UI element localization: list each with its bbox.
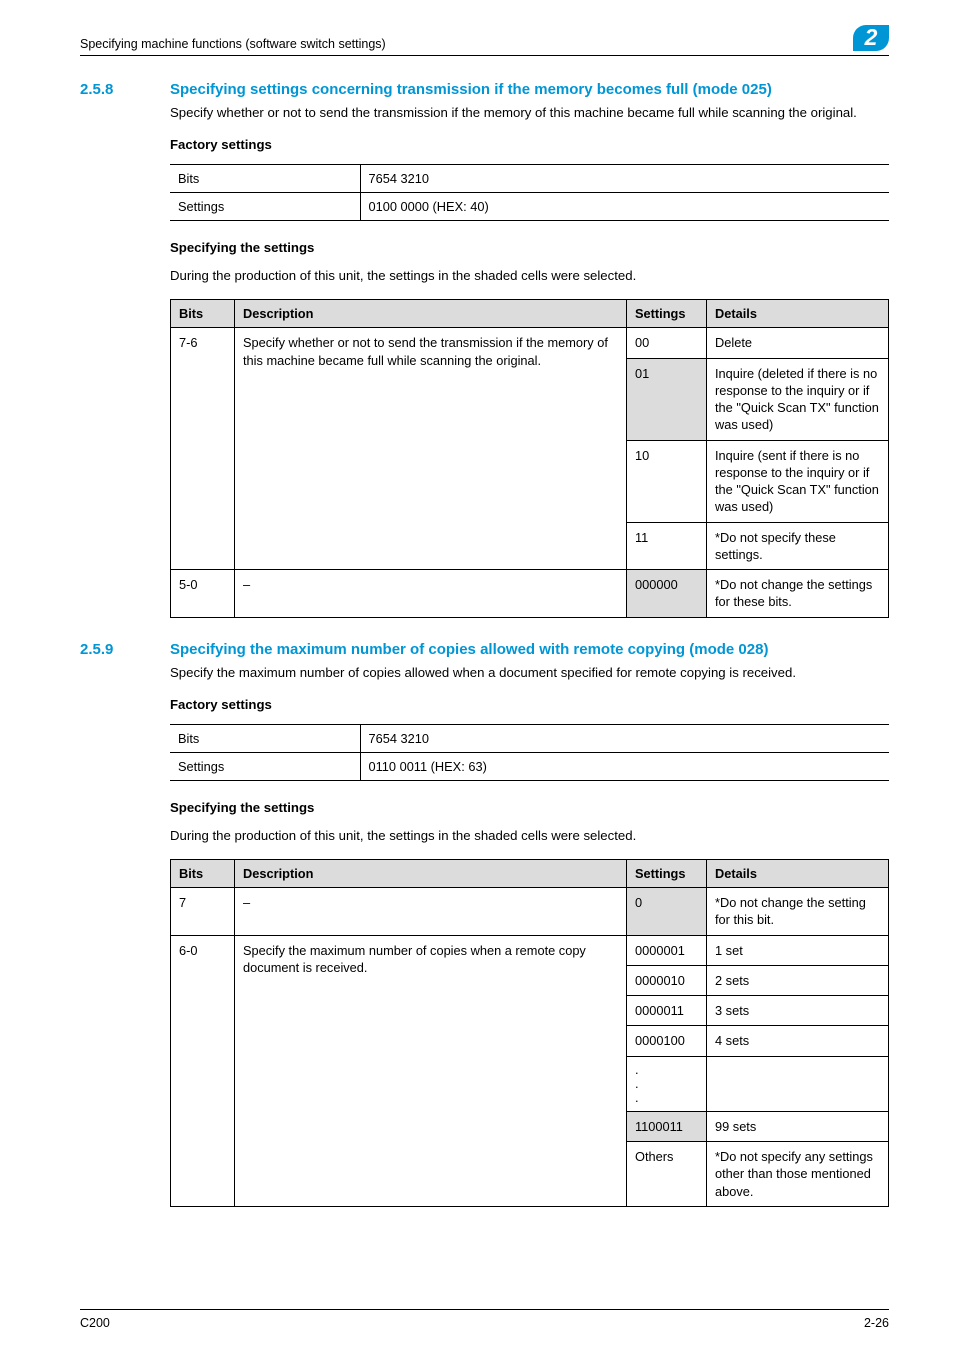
cell-detail: *Do not change the settings for these bi… — [707, 570, 889, 618]
breadcrumb: Specifying machine functions (software s… — [80, 36, 386, 53]
cell-detail — [707, 1056, 889, 1111]
th-description: Description — [235, 300, 627, 328]
kv-label: Bits — [170, 724, 360, 752]
factory-settings-table: Bits 7654 3210 Settings 0110 0011 (HEX: … — [170, 724, 889, 782]
cell-description: – — [235, 570, 627, 618]
cell-detail: 3 sets — [707, 996, 889, 1026]
cell-bits: 5-0 — [171, 570, 235, 618]
section-intro: Specify the maximum number of copies all… — [170, 664, 889, 682]
cell-setting: 0000011 — [627, 996, 707, 1026]
cell-detail: *Do not change the setting for this bit. — [707, 888, 889, 936]
section-intro: Specify whether or not to send the trans… — [170, 104, 889, 122]
section-title: Specifying the maximum number of copies … — [170, 640, 768, 660]
kv-value: 0100 0000 (HEX: 40) — [360, 193, 889, 221]
settings-table-025: Bits Description Settings Details 7-6 Sp… — [170, 299, 889, 618]
kv-label: Settings — [170, 193, 360, 221]
cell-detail: Delete — [707, 328, 889, 358]
footer-right: 2-26 — [864, 1315, 889, 1332]
section-number: 2.5.9 — [80, 640, 138, 660]
section-number: 2.5.8 — [80, 80, 138, 100]
kv-value: 0110 0011 (HEX: 63) — [360, 752, 889, 780]
factory-settings-heading: Factory settings — [170, 696, 889, 714]
th-settings: Settings — [627, 859, 707, 887]
cell-setting: 00 — [627, 328, 707, 358]
cell-bits: 7 — [171, 888, 235, 936]
factory-settings-table: Bits 7654 3210 Settings 0100 0000 (HEX: … — [170, 164, 889, 222]
cell-description: Specify whether or not to send the trans… — [235, 328, 627, 570]
th-bits: Bits — [171, 859, 235, 887]
cell-setting: 0 — [627, 888, 707, 936]
section-title: Specifying settings concerning transmiss… — [170, 80, 772, 100]
cell-detail: 99 sets — [707, 1111, 889, 1141]
cell-bits: 6-0 — [171, 935, 235, 1206]
cell-bits: 7-6 — [171, 328, 235, 570]
cell-setting: 0000001 — [627, 935, 707, 965]
cell-setting: 1100011 — [627, 1111, 707, 1141]
specifying-note: During the production of this unit, the … — [170, 267, 889, 285]
th-bits: Bits — [171, 300, 235, 328]
specifying-note: During the production of this unit, the … — [170, 827, 889, 845]
th-details: Details — [707, 300, 889, 328]
settings-table-028: Bits Description Settings Details 7 – 0 … — [170, 859, 889, 1207]
kv-label: Bits — [170, 164, 360, 192]
factory-settings-heading: Factory settings — [170, 136, 889, 154]
cell-setting: 000000 — [627, 570, 707, 618]
cell-detail: *Do not specify any settings other than … — [707, 1142, 889, 1207]
kv-value: 7654 3210 — [360, 164, 889, 192]
specifying-heading: Specifying the settings — [170, 239, 889, 257]
footer-left: C200 — [80, 1315, 110, 1332]
th-settings: Settings — [627, 300, 707, 328]
cell-setting: 01 — [627, 358, 707, 440]
kv-label: Settings — [170, 752, 360, 780]
cell-detail: Inquire (deleted if there is no response… — [707, 358, 889, 440]
cell-detail: 2 sets — [707, 965, 889, 995]
th-description: Description — [235, 859, 627, 887]
chapter-badge: 2 — [853, 25, 889, 51]
cell-setting: . . . — [627, 1056, 707, 1111]
specifying-heading: Specifying the settings — [170, 799, 889, 817]
cell-detail: Inquire (sent if there is no response to… — [707, 440, 889, 522]
cell-setting: 0000010 — [627, 965, 707, 995]
cell-setting: 0000100 — [627, 1026, 707, 1056]
cell-description: – — [235, 888, 627, 936]
cell-setting: 10 — [627, 440, 707, 522]
kv-value: 7654 3210 — [360, 724, 889, 752]
cell-detail: *Do not specify these settings. — [707, 522, 889, 570]
cell-setting: Others — [627, 1142, 707, 1207]
cell-description: Specify the maximum number of copies whe… — [235, 935, 627, 1206]
th-details: Details — [707, 859, 889, 887]
cell-setting: 11 — [627, 522, 707, 570]
cell-detail: 1 set — [707, 935, 889, 965]
cell-detail: 4 sets — [707, 1026, 889, 1056]
